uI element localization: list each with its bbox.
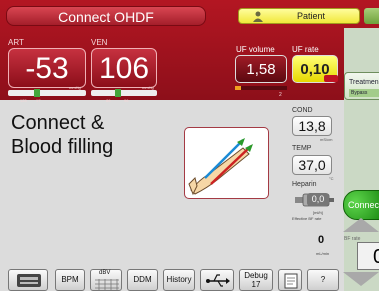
- treatment-label: Treatmen: [349, 79, 379, 86]
- temp-value[interactable]: 37,0: [292, 155, 332, 175]
- notes-button[interactable]: [278, 269, 302, 291]
- art-unit: mmHg: [69, 85, 81, 90]
- treatment-bypass-button[interactable]: Treatmen Bypass: [344, 72, 379, 100]
- uf-volume-label: UF volume: [236, 45, 275, 54]
- connect-arm-illustration: [184, 127, 269, 199]
- ven-gauge-marker: [115, 89, 121, 97]
- uf-volume-tick: 2: [279, 92, 282, 98]
- debug-label: Debug: [244, 271, 268, 280]
- art-pressure-value[interactable]: -53: [8, 48, 86, 88]
- art-label: ART: [8, 38, 24, 47]
- status-message-line1: Connect &: [11, 112, 105, 134]
- dialysis-screen: Connect OHDF Patient ART -53 mmHg 125 17…: [0, 0, 379, 291]
- uf-volume-progress-fill: [235, 86, 242, 90]
- document-icon: [284, 273, 298, 289]
- ven-limit-gauge: [91, 89, 157, 97]
- usb-icon: [206, 274, 230, 287]
- patient-label: Patient: [297, 11, 326, 21]
- monitor-icon: [17, 274, 41, 287]
- heparin-label: Heparin: [292, 181, 317, 188]
- art-tick-high: 17: [36, 98, 41, 103]
- monitor-tool-button[interactable]: [8, 269, 48, 291]
- ddm-button[interactable]: DDM: [127, 269, 158, 291]
- person-icon: [253, 11, 263, 22]
- bf-rate-up-arrow[interactable]: [343, 218, 379, 232]
- help-button[interactable]: ?: [307, 269, 339, 291]
- debug-count: 17: [251, 280, 261, 289]
- history-button[interactable]: History: [163, 269, 195, 291]
- debug-button[interactable]: Debug 17: [239, 269, 273, 291]
- menu-corner-button[interactable]: [364, 8, 379, 24]
- ven-pressure-value[interactable]: 106: [91, 48, 157, 88]
- art-gauge-marker: [34, 89, 40, 97]
- bpm-button[interactable]: BPM: [55, 269, 85, 291]
- cond-label: COND: [292, 107, 313, 114]
- connect-button[interactable]: Connect: [343, 190, 379, 220]
- uf-rate-alert-flag: [324, 75, 338, 82]
- bf-rate-down-arrow[interactable]: [343, 272, 379, 286]
- uf-volume-value[interactable]: 1,58: [235, 55, 287, 83]
- temp-label: TEMP: [292, 145, 312, 152]
- screen-title: Connect OHDF: [6, 6, 206, 26]
- status-message-line2: Blood filling: [11, 136, 114, 158]
- ven-tick-high: 96: [124, 98, 129, 103]
- effective-bf-unit: mL/min: [316, 251, 330, 256]
- ven-label: VEN: [91, 38, 108, 47]
- arm-cannula-icon: [188, 138, 253, 196]
- uf-volume-progress: [235, 86, 287, 90]
- usb-button[interactable]: [200, 269, 234, 291]
- uf-rate-label: UF rate: [292, 45, 319, 54]
- heparin-value[interactable]: 0,0: [307, 193, 329, 206]
- bypass-label: Bypass: [349, 89, 379, 97]
- ddm-label: DDM: [133, 275, 152, 284]
- help-label: ?: [320, 275, 326, 284]
- history-label: History: [166, 275, 192, 284]
- status-message: Connect & Blood filling: [11, 111, 181, 159]
- effective-bf-value: 0: [318, 234, 325, 246]
- patient-button[interactable]: Patient: [238, 8, 360, 24]
- heparin-unit: [ml/h]: [313, 210, 323, 215]
- art-limit-gauge: [8, 89, 86, 97]
- bpm-label: BPM: [61, 275, 79, 284]
- bf-rate-value[interactable]: 0: [357, 242, 379, 270]
- ven-tick-low: 86: [106, 98, 111, 103]
- cond-unit: mS/cm: [320, 137, 333, 142]
- dbv-button[interactable]: dBV: [90, 269, 122, 291]
- dbv-label: dBV: [99, 270, 111, 276]
- ven-unit: mmHg: [142, 85, 154, 90]
- cond-value[interactable]: 13,8: [292, 116, 332, 136]
- grid-icon: [95, 279, 119, 290]
- art-tick-low: 125: [20, 98, 27, 103]
- temp-unit: °C: [329, 176, 334, 181]
- effective-bf-label: Effective BF rate: [292, 216, 322, 221]
